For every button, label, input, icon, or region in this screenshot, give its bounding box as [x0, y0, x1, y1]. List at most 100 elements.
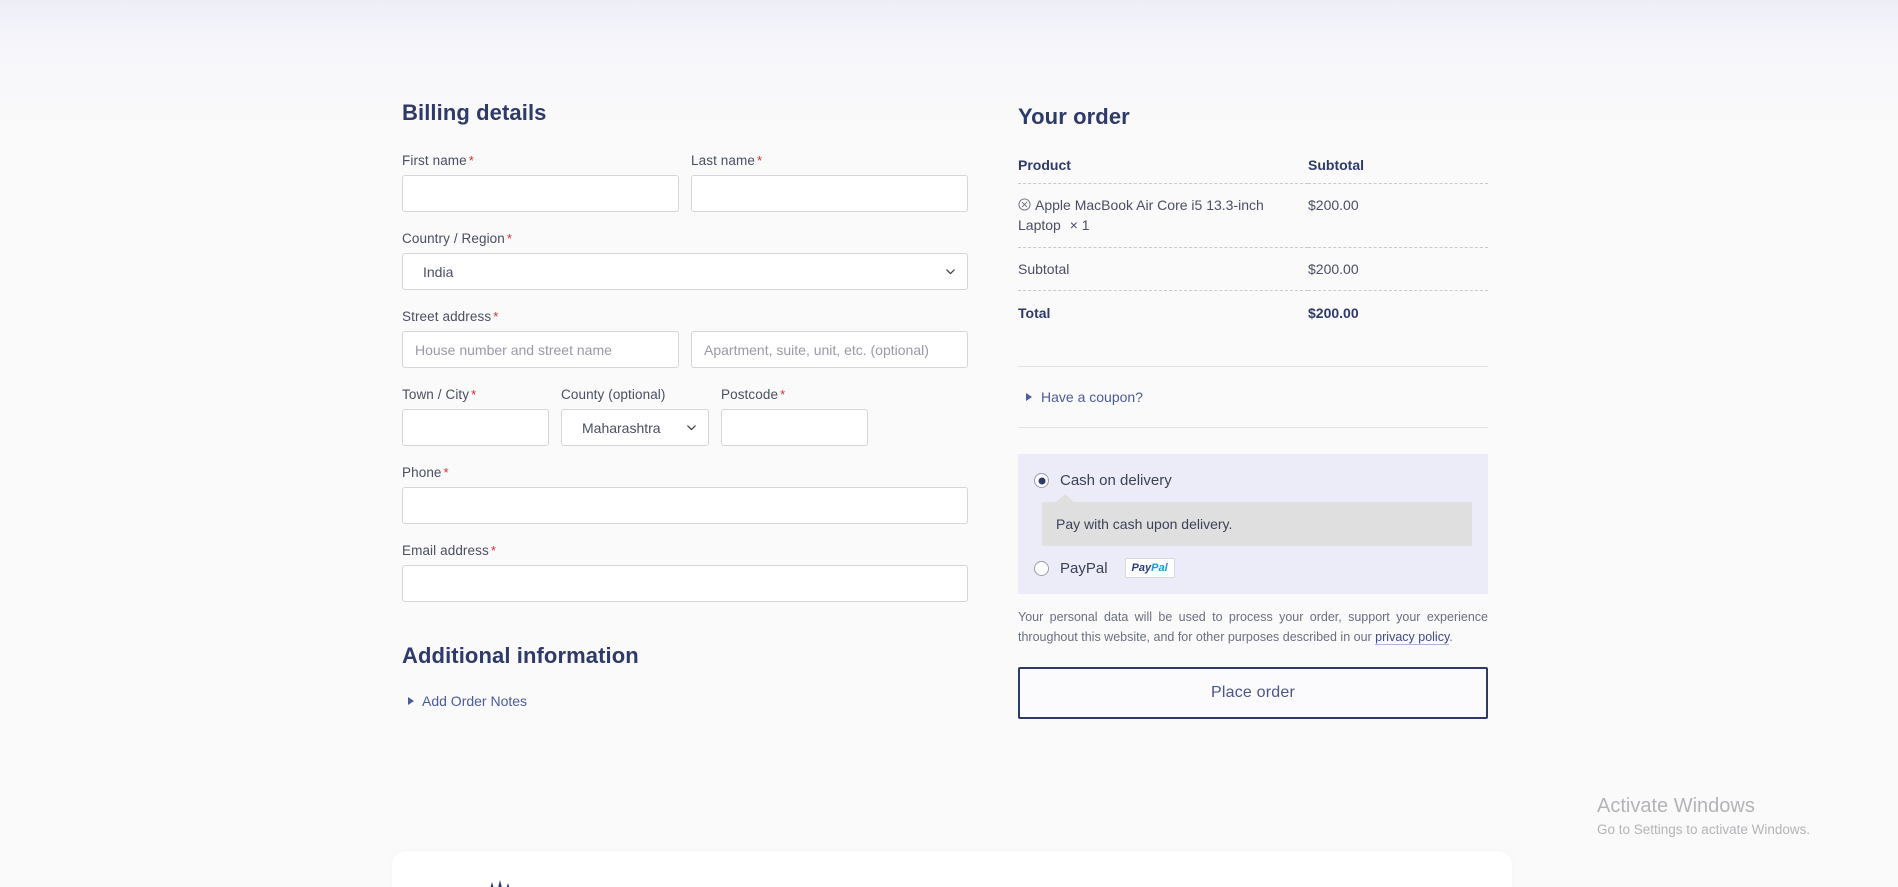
required-marker: * — [471, 387, 477, 402]
add-order-notes-label: Add Order Notes — [422, 693, 528, 709]
last-name-input[interactable] — [691, 175, 968, 212]
county-selected-value: Maharashtra — [582, 419, 661, 436]
coupon-divider-bottom — [1018, 427, 1488, 429]
phone-label: Phone * — [402, 465, 968, 480]
order-summary-table: Product Subtotal Apple MacBook Air Core … — [1018, 157, 1488, 334]
postcode-input[interactable] — [721, 409, 868, 446]
required-marker: * — [490, 543, 497, 558]
total-row: Total $200.00 — [1018, 290, 1488, 334]
phone-input[interactable] — [402, 487, 968, 524]
total-label-cell: Total — [1018, 304, 1051, 321]
product-quantity: × 1 — [1069, 217, 1090, 234]
subtotal-column-header: Subtotal — [1308, 157, 1488, 184]
county-label: County (optional) — [561, 387, 709, 402]
privacy-notice: Your personal data will be used to proce… — [1018, 608, 1488, 647]
town-city-wrap — [402, 409, 549, 446]
radio-paypal[interactable] — [1034, 560, 1049, 576]
checkout-container: Billing details First name* Last name* — [402, 100, 1502, 720]
triangle-right-icon — [408, 697, 414, 705]
total-value-cell: $200.00 — [1308, 304, 1359, 321]
circle-x-icon[interactable] — [1018, 196, 1031, 211]
order-table-head: Product Subtotal — [1018, 157, 1488, 184]
additional-information-heading: Additional information — [402, 643, 639, 668]
locality-labels: Town / City * County (optional) Postcode * — [402, 387, 968, 409]
email-input[interactable] — [402, 565, 968, 602]
first-name-wrap — [402, 175, 679, 212]
email-field: Email address * — [402, 543, 968, 602]
order-table-body: Apple MacBook Air Core i5 13.3-inch Lapt… — [1018, 183, 1488, 335]
payment-option-paypal-label: PayPal — [1060, 559, 1108, 577]
postcode-label: Postcode * — [721, 387, 868, 402]
subtotal-row: Subtotal $200.00 — [1018, 247, 1488, 291]
last-name-label-text: Last name — [691, 153, 755, 168]
paypal-logo-icon: PayPal — [1124, 558, 1175, 579]
county-select[interactable]: Maharashtra — [561, 409, 709, 446]
paypal-logo-part2: Pal — [1151, 562, 1168, 575]
first-name-input[interactable] — [402, 175, 679, 212]
product-name-text: Apple MacBook Air Core i5 13.3-inch Lapt… — [1018, 197, 1264, 234]
product-name-cell: Apple MacBook Air Core i5 13.3-inch Lapt… — [1018, 183, 1308, 248]
product-column-header: Product — [1018, 157, 1308, 184]
triangle-right-icon — [1026, 393, 1032, 402]
locality-inputs: Maharashtra — [402, 409, 968, 446]
name-labels: First name * Last name * — [402, 153, 968, 175]
postcode-label-text: Postcode — [721, 387, 779, 402]
required-marker: * — [493, 309, 499, 324]
street-address-label-text: Street address — [402, 309, 492, 324]
locality-row: Town / City * County (optional) Postcode * — [402, 387, 968, 446]
last-name-label: Last name * — [691, 153, 968, 168]
phone-field: Phone * — [402, 465, 968, 524]
county-label-text: County (optional) — [561, 387, 666, 402]
table-row: Apple MacBook Air Core i5 13.3-inch Lapt… — [1018, 183, 1488, 248]
street-line2-wrap — [691, 331, 968, 368]
town-city-label: Town / City * — [402, 387, 549, 402]
required-marker: * — [443, 465, 449, 480]
street-line1-wrap — [402, 331, 679, 368]
street-address-line2-input[interactable] — [691, 331, 968, 368]
payment-option-cash-on-delivery[interactable]: Cash on delivery — [1034, 472, 1472, 489]
country-label-text: Country / Region — [402, 231, 505, 246]
postcode-wrap — [721, 409, 868, 446]
footer-card — [392, 851, 1512, 887]
chevron-down-icon — [945, 265, 956, 276]
your-order-heading: Your order — [1018, 104, 1130, 129]
watermark-subtitle: Go to Settings to activate Windows. — [1597, 822, 1811, 837]
first-name-label-text: First name — [402, 153, 467, 168]
payment-option-paypal[interactable]: PayPal PayPal — [1034, 558, 1472, 579]
first-name-label: First name * — [402, 153, 679, 168]
county-wrap: Maharashtra — [561, 409, 709, 446]
name-inputs — [402, 175, 968, 212]
country-selected-value: India — [423, 263, 454, 280]
product-amount-cell: $200.00 — [1308, 183, 1488, 248]
required-marker: * — [780, 387, 786, 402]
subtotal-value-cell: $200.00 — [1308, 247, 1488, 291]
watermark-title: Activate Windows — [1597, 795, 1755, 817]
street-address-inputs — [402, 331, 968, 368]
privacy-notice-text-after: . — [1449, 629, 1453, 644]
have-a-coupon-label: Have a coupon? — [1041, 389, 1143, 406]
place-order-button[interactable]: Place order — [1018, 667, 1488, 720]
country-select[interactable]: India — [402, 253, 968, 290]
windows-activation-watermark: Activate Windows Go to Settings to activ… — [1597, 793, 1810, 837]
name-row: First name * Last name * — [402, 153, 968, 212]
have-a-coupon-toggle[interactable]: Have a coupon? — [1018, 367, 1488, 405]
town-city-input[interactable] — [402, 409, 549, 446]
street-address-field: Street address * — [402, 309, 968, 368]
required-marker: * — [468, 153, 474, 168]
phone-label-text: Phone — [402, 465, 442, 480]
order-table-header-row: Product Subtotal — [1018, 157, 1488, 184]
required-marker: * — [756, 153, 763, 168]
street-address-line1-input[interactable] — [402, 331, 679, 368]
chevron-down-icon — [686, 421, 697, 432]
site-logo-icon — [482, 876, 522, 887]
email-label-text: Email address — [402, 543, 489, 558]
privacy-policy-link[interactable]: privacy policy — [1375, 629, 1450, 645]
country-label: Country / Region * — [402, 231, 968, 246]
payment-option-cod-label: Cash on delivery — [1060, 472, 1172, 490]
billing-details-heading: Billing details — [402, 100, 547, 125]
your-order-column: Your order Product Subtotal Apple MacBoo… — [1018, 100, 1488, 720]
radio-cash-on-delivery[interactable] — [1034, 473, 1049, 489]
paypal-logo-part1: Pay — [1131, 562, 1152, 575]
country-field: Country / Region * India — [402, 231, 968, 290]
add-order-notes-toggle[interactable]: Add Order Notes — [408, 693, 968, 709]
